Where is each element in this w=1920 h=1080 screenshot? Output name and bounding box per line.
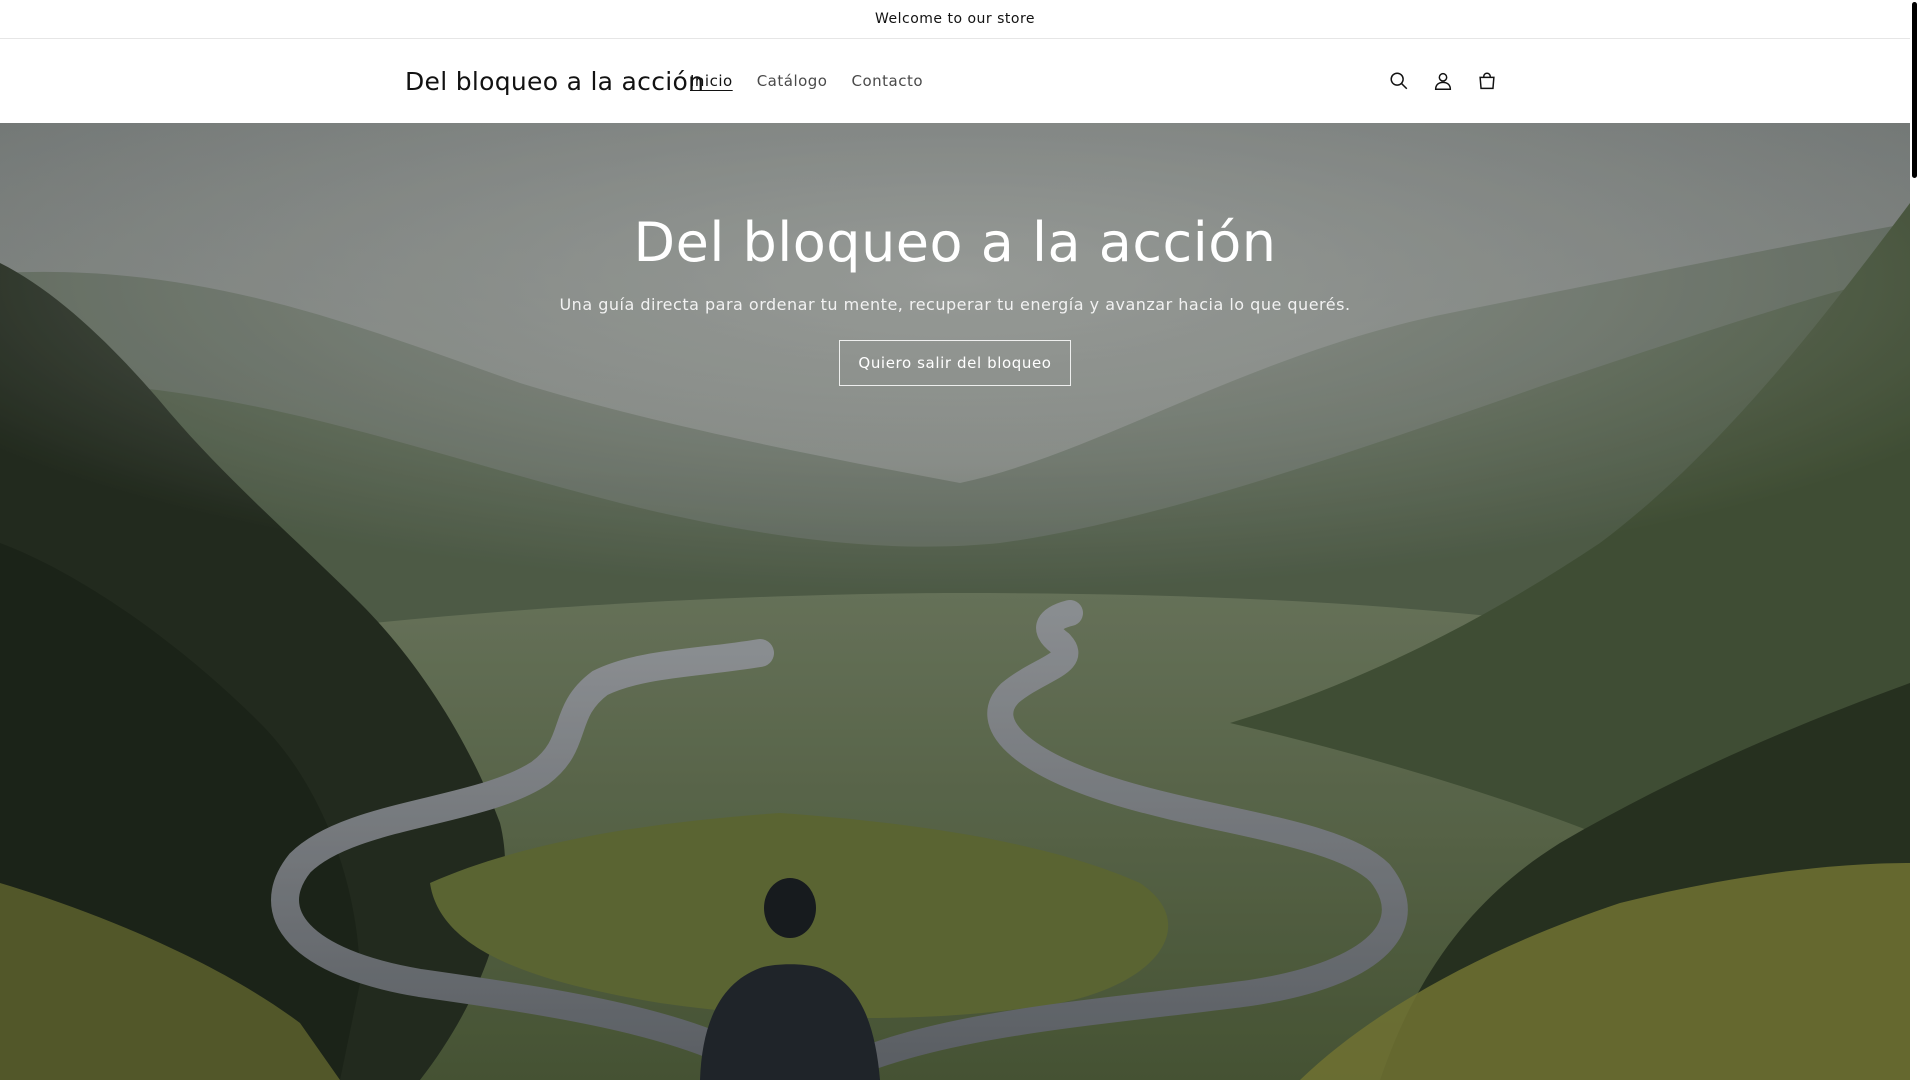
scrollbar-thumb[interactable]: [1912, 2, 1917, 178]
nav-link-inicio[interactable]: Inicio: [678, 72, 745, 90]
account-button[interactable]: [1421, 59, 1465, 103]
announcement-bar: Welcome to our store: [0, 0, 1910, 39]
cart-button[interactable]: [1465, 59, 1509, 103]
hero-title: Del bloqueo a la acción: [633, 211, 1277, 274]
hero-cta-button[interactable]: Quiero salir del bloqueo: [839, 340, 1071, 386]
site-header: Del bloqueo a la acción Inicio Catálogo …: [0, 39, 1910, 124]
store-logo[interactable]: Del bloqueo a la acción: [405, 39, 704, 123]
search-button[interactable]: [1377, 59, 1421, 103]
nav-link-catalogo[interactable]: Catálogo: [745, 72, 840, 90]
announcement-text: Welcome to our store: [874, 11, 1036, 27]
nav-link-contacto[interactable]: Contacto: [840, 72, 936, 90]
cart-icon: [1479, 72, 1495, 90]
search-icon: [1390, 72, 1408, 90]
hero-banner: Del bloqueo a la acción Una guía directa…: [0, 123, 1910, 1080]
main-nav: Inicio Catálogo Contacto: [678, 39, 935, 123]
account-icon: [1434, 72, 1452, 90]
page: Welcome to our store Del bloqueo a la ac…: [0, 0, 1920, 1080]
hero-subtitle: Una guía directa para ordenar tu mente, …: [559, 295, 1351, 314]
viewport: Welcome to our store Del bloqueo a la ac…: [0, 0, 1910, 1080]
page-scrollbar[interactable]: [1910, 0, 1920, 1080]
header-icons: [1377, 39, 1509, 123]
